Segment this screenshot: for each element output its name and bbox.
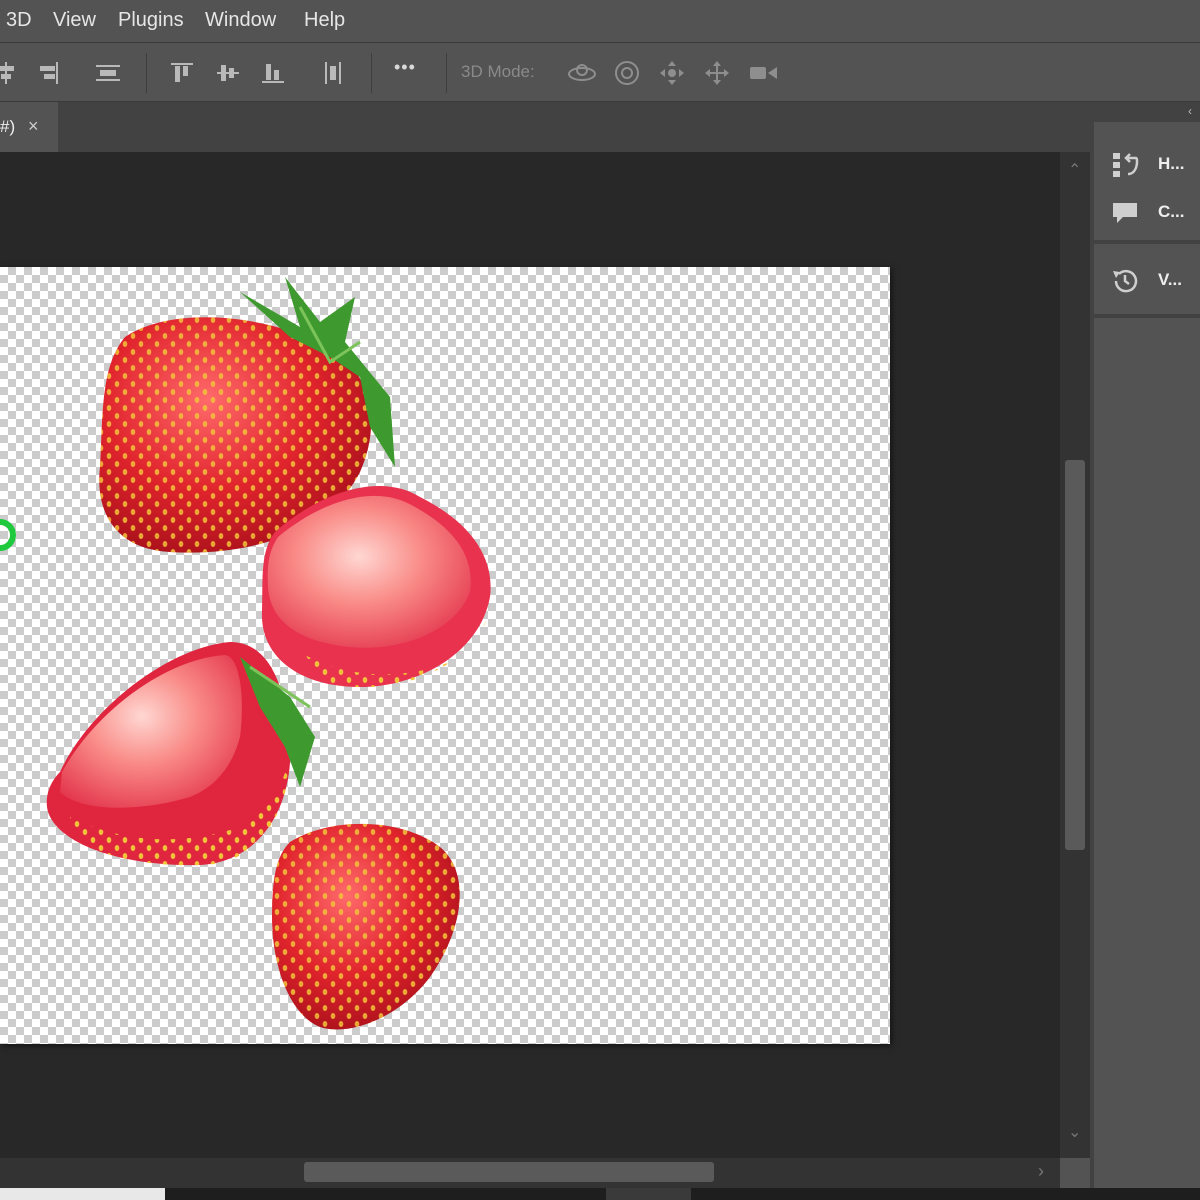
versions-panel-label: V... (1158, 270, 1182, 289)
versions-icon (1113, 269, 1138, 293)
menu-window[interactable]: Window (205, 9, 276, 32)
comments-icon (1113, 203, 1137, 223)
distribute-vertical-icon[interactable] (94, 59, 122, 87)
menu-bar: 3D View Plugins Window Help (0, 0, 1200, 43)
scroll-down-icon[interactable]: ⌄ (1068, 1122, 1081, 1142)
panel-comments[interactable]: C... (1094, 190, 1200, 234)
horizontal-scrollbar[interactable]: › (0, 1158, 1060, 1188)
comments-panel-label: C... (1158, 202, 1185, 221)
menu-plugins[interactable]: Plugins (118, 9, 184, 32)
strawberry-slice-left (46, 642, 315, 866)
toolbar-separator (371, 53, 372, 93)
scale-3d-icon[interactable] (748, 59, 780, 87)
menu-3d[interactable]: 3D (6, 9, 32, 32)
vertical-scroll-thumb[interactable] (1065, 460, 1085, 850)
green-circle-marker (0, 519, 16, 551)
scroll-right-icon[interactable]: › (1038, 1161, 1044, 1182)
options-bar: ••• 3D Mode: (0, 43, 1200, 102)
status-info (606, 1188, 691, 1200)
horizontal-scroll-thumb[interactable] (304, 1162, 714, 1182)
document-tab[interactable]: #) × (0, 102, 58, 152)
status-bar (0, 1188, 1200, 1200)
align-horizontal-centers-icon[interactable] (0, 59, 20, 87)
distribute-horizontal-icon[interactable] (319, 59, 347, 87)
align-right-edges-icon[interactable] (34, 59, 62, 87)
more-options-icon[interactable]: ••• (394, 57, 416, 78)
panel-history[interactable]: H... (1094, 142, 1200, 186)
zoom-field[interactable] (0, 1188, 165, 1200)
roll-3d-icon[interactable] (613, 59, 641, 87)
strawberry-whole-bottom (272, 823, 460, 1030)
close-icon[interactable]: × (28, 116, 39, 137)
panel-group-history-comments: H... C... (1094, 122, 1200, 240)
document-canvas[interactable] (0, 267, 890, 1044)
slide-3d-icon[interactable] (703, 59, 731, 87)
workspace (0, 152, 1060, 1158)
pan-3d-icon[interactable] (658, 59, 686, 87)
document-tab-label: #) (0, 117, 16, 136)
toolbar-separator (446, 53, 447, 93)
3d-mode-label: 3D Mode: (461, 62, 535, 81)
align-vertical-centers-icon[interactable] (214, 59, 242, 87)
panel-versions[interactable]: V... (1094, 258, 1200, 302)
align-top-edges-icon[interactable] (168, 59, 196, 87)
panel-group-versions: V... (1094, 244, 1200, 314)
menu-view[interactable]: View (53, 9, 96, 32)
scroll-up-icon[interactable]: ⌃ (1068, 160, 1081, 180)
panel-dock: ‹ H... C... V... (1090, 102, 1200, 1188)
collapse-panels-icon[interactable]: ‹ (1188, 104, 1192, 118)
panel-group-empty (1094, 318, 1200, 1188)
history-panel-label: H... (1158, 154, 1185, 173)
align-bottom-edges-icon[interactable] (259, 59, 287, 87)
document-tab-bar: #) × (0, 102, 1090, 152)
strawberry-slice-right (261, 485, 491, 688)
history-icon (1113, 153, 1139, 177)
orbit-3d-icon[interactable] (566, 59, 598, 87)
strawberries-image (0, 277, 491, 1030)
toolbar-separator (146, 53, 147, 93)
menu-help[interactable]: Help (304, 9, 345, 32)
vertical-scrollbar[interactable]: ⌃ ⌄ (1060, 152, 1090, 1158)
